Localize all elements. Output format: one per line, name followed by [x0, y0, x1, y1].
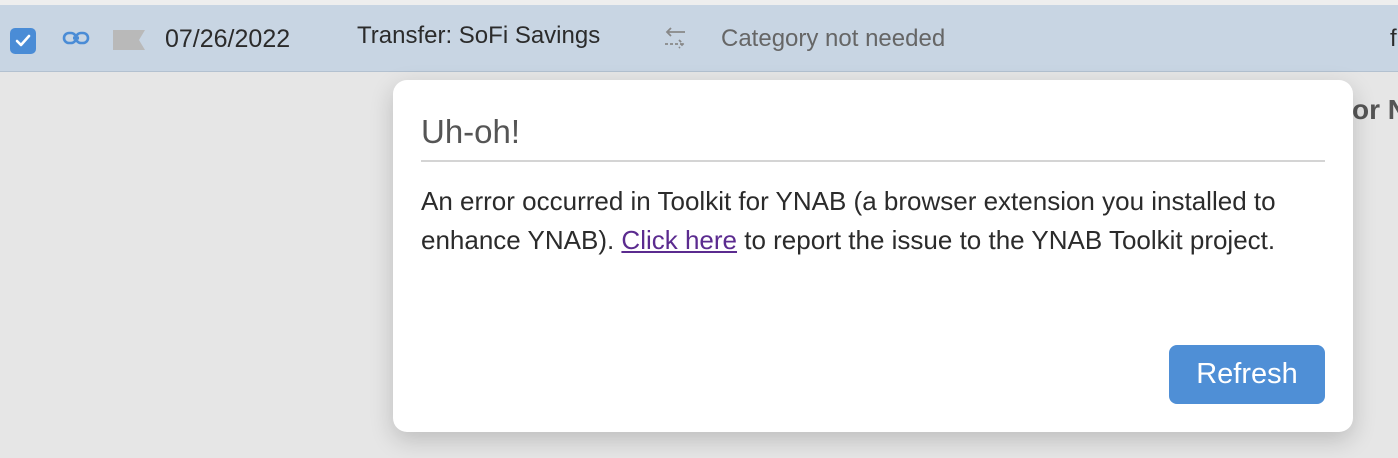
modal-title: Uh-oh! — [421, 112, 1325, 162]
refresh-button[interactable]: Refresh — [1169, 345, 1325, 404]
row-clipped-cell: f — [1390, 25, 1397, 52]
row-checkbox[interactable] — [10, 28, 36, 54]
flag-icon[interactable] — [113, 30, 145, 50]
row-category[interactable]: Category not needed — [721, 25, 945, 53]
row-payee[interactable]: Transfer: SoFi Savings — [357, 22, 600, 50]
report-issue-link[interactable]: Click here — [621, 225, 737, 255]
transaction-row[interactable]: 07/26/2022 Transfer: SoFi Savings Catego… — [0, 5, 1398, 72]
row-date[interactable]: 07/26/2022 — [165, 25, 290, 54]
transfer-icon — [665, 27, 685, 49]
modal-body: An error occurred in Toolkit for YNAB (a… — [421, 182, 1325, 259]
checkmark-icon — [15, 34, 31, 47]
modal-body-text-2: to report the issue to the YNAB Toolkit … — [737, 224, 1276, 255]
link-icon[interactable] — [62, 30, 90, 46]
background-heading: or N — [1352, 94, 1398, 125]
error-modal: Uh-oh! An error occurred in Toolkit for … — [393, 80, 1353, 432]
